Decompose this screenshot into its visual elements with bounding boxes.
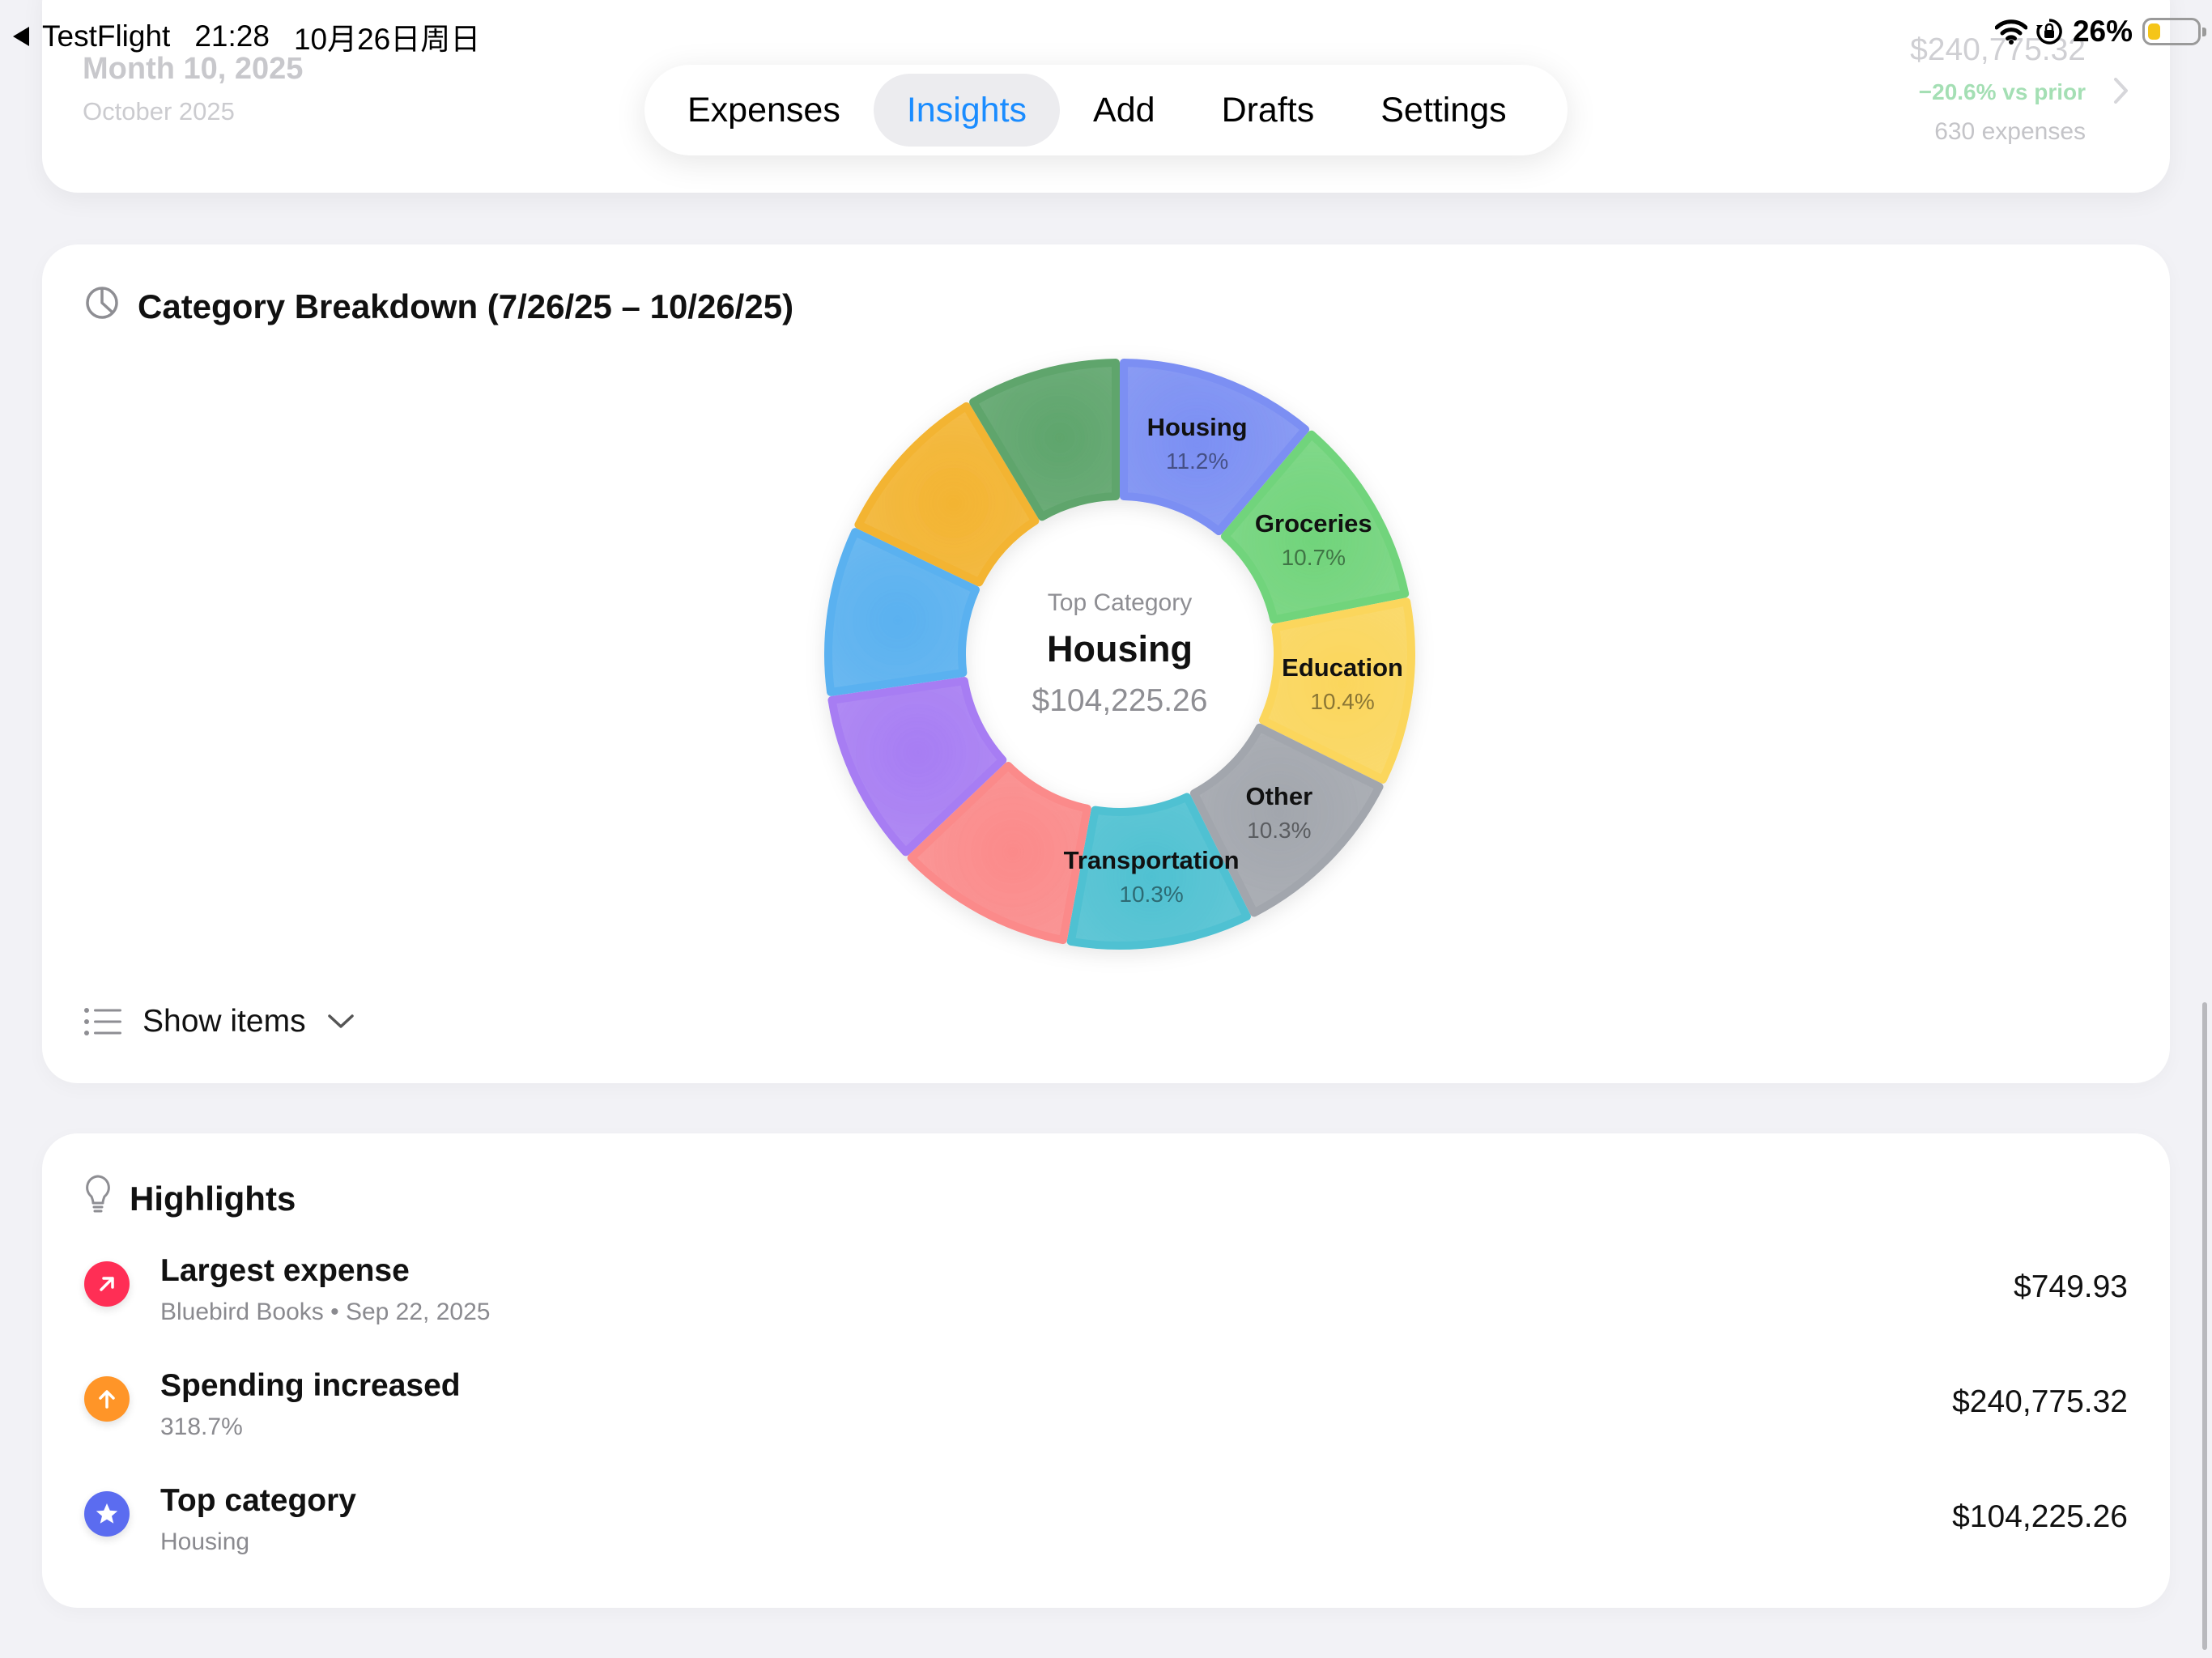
slice-label-name: Housing [1146,412,1248,441]
slice-label-name: Education [1282,653,1403,682]
breakdown-header: Category Breakdown (7/26/25 – 10/26/25) [84,285,793,329]
show-items-toggle[interactable]: Show items [84,1004,355,1039]
highlight-title: Top category [160,1483,356,1518]
highlight-subtitle: 318.7% [160,1414,243,1440]
wifi-icon [1994,19,2027,45]
period-expense-count: 630 expenses [1934,118,2086,145]
highlight-row-largest-expense[interactable]: Largest expense Bluebird Books • Sep 22,… [84,1253,2128,1342]
back-triangle-icon [13,27,29,46]
arrow-up-right-icon [84,1261,130,1307]
arrow-up-icon [84,1376,130,1422]
highlight-subtitle: Bluebird Books • Sep 22, 2025 [160,1299,491,1325]
battery-fill [2148,23,2161,40]
highlights-title: Highlights [130,1180,296,1218]
lightbulb-icon [84,1174,130,1224]
slice-label-education: Education 10.4% [1282,653,1403,715]
slice-label-name: Groceries [1254,509,1372,538]
highlight-value: $240,775.32 [1952,1384,2128,1419]
highlights-header: Highlights [84,1174,296,1224]
star-icon [84,1491,130,1537]
back-app-name: TestFlight [42,19,171,53]
slice-label-groceries: Groceries 10.7% [1255,509,1372,571]
highlight-row-spending-increased[interactable]: Spending increased 318.7% $240,775.32 [84,1368,2128,1457]
status-date: 10月26日周日 [293,23,481,56]
slice-label-transportation: Transportation 10.3% [1064,846,1240,908]
scroll-indicator[interactable] [2202,1002,2207,1650]
slice-label-name: Transportation [1063,845,1240,874]
highlight-value: $104,225.26 [1952,1499,2128,1534]
slice-label-percent: 11.2% [1165,448,1229,474]
battery-icon [2142,18,2206,45]
chevron-right-icon[interactable] [2113,77,2129,108]
highlight-title: Spending increased [160,1368,461,1403]
tab-drafts[interactable]: Drafts [1189,74,1348,147]
top-category-kicker: Top Category [1047,589,1193,616]
tab-add[interactable]: Add [1060,74,1189,147]
slice-label-percent: 10.3% [1247,817,1312,843]
slice-label-other: Other 10.3% [1245,782,1312,844]
battery-percent: 26% [2072,15,2133,48]
slice-label-percent: 10.7% [1281,545,1346,571]
list-icon [84,1008,121,1035]
slice-label-housing: Housing 11.2% [1147,413,1248,474]
highlight-row-top-category[interactable]: Top category Housing $104,225.26 [84,1483,2128,1572]
category-breakdown-card: Category Breakdown (7/26/25 – 10/26/25) … [42,244,2170,1083]
tab-settings[interactable]: Settings [1347,74,1539,147]
tab-bar: Expenses Insights Add Drafts Settings [644,65,1568,155]
highlight-title: Largest expense [160,1253,410,1288]
tab-insights[interactable]: Insights [873,74,1061,147]
slice-label-percent: 10.4% [1310,688,1375,714]
slice-label-name: Other [1245,781,1313,810]
show-items-label: Show items [143,1004,306,1039]
top-category-amount: $104,225.26 [1032,683,1208,718]
highlights-card: Highlights Largest expense Bluebird Book… [42,1133,2170,1608]
top-category-name: Housing [1047,628,1193,670]
tab-expenses[interactable]: Expenses [654,74,874,147]
orientation-lock-icon [2035,18,2063,45]
period-delta: −20.6% vs prior [1918,79,2086,104]
highlight-subtitle: Housing [160,1528,250,1555]
pie-chart-icon [84,285,138,329]
category-donut-chart: Housing 11.2% Groceries 10.7% Education 10.4%… [796,330,1444,978]
donut-center: Top Category Housing $104,225.26 [1032,589,1208,719]
slice-label-percent: 10.3% [1119,881,1184,907]
status-time: 21:28 [194,19,270,53]
chevron-down-icon [327,1014,355,1030]
back-to-app[interactable]: TestFlight 21:28 10月26日周日 [13,15,480,58]
period-subtitle: October 2025 [83,97,235,125]
status-indicators: 26% [1994,15,2206,49]
breakdown-title: Category Breakdown (7/26/25 – 10/26/25) [138,287,794,325]
status-bar: TestFlight 21:28 10月26日周日 26% [0,0,2212,65]
highlight-value: $749.93 [2014,1269,2128,1304]
